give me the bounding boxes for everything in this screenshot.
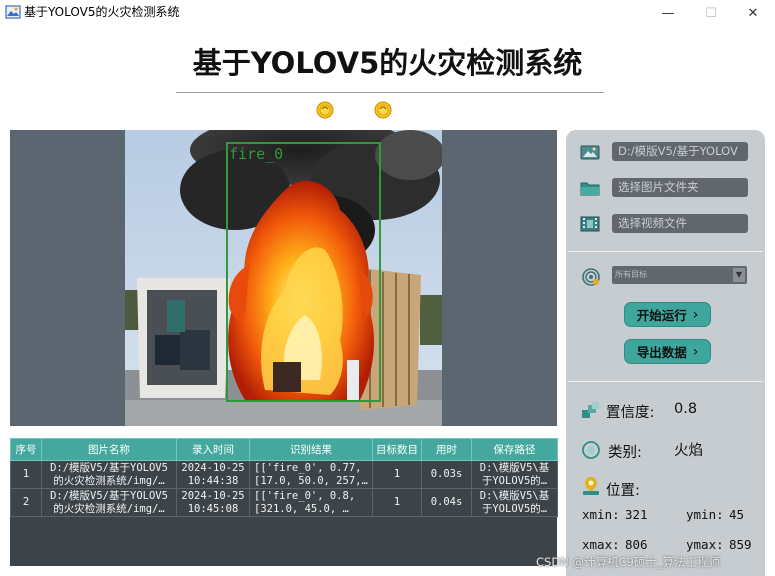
confidence-label: 置信度: (606, 405, 655, 421)
export-data-label: 导出数据 (636, 345, 687, 360)
export-data-button[interactable]: 导出数据 › (624, 339, 711, 364)
cell-text: 的火灾检测系统/img/… (53, 474, 165, 487)
results-table: 序号 图片名称 录入时间 识别结果 目标数目 用时 保存路径 1 D:/模版V5… (10, 438, 558, 517)
cell-result: [['fire_0', 0.8, [321.0, 45.0, … (249, 488, 373, 517)
cell-text: 10:45:08 (187, 502, 239, 515)
csdn-watermark: CSDN @计算机C9硕士_算法工程师 (536, 555, 721, 569)
cell-text: [['fire_0', 0.8, (254, 489, 356, 502)
column-header[interactable]: 保存路径 (471, 438, 558, 461)
cell-text: 的火灾检测系统/img/… (53, 502, 165, 515)
cell-index: 1 (10, 460, 42, 489)
confidence-value: 0.8 (674, 401, 698, 417)
column-header[interactable]: 识别结果 (249, 438, 373, 461)
gold-coin-icon (374, 101, 392, 119)
cell-save-path: D:\模版V5\基 于YOLOV5的… (471, 488, 558, 517)
ymin-value: 45 (729, 507, 745, 522)
ymax-label: ymax: (686, 537, 724, 552)
start-run-label: 开始运行 (636, 308, 687, 323)
column-header[interactable]: 目标数目 (372, 438, 422, 461)
target-icon (582, 268, 600, 286)
cell-image-name: D:/模版V5/基于YOLOV5 的火灾检测系统/img/… (41, 460, 177, 489)
xmax-value: 806 (625, 537, 648, 552)
cell-text: D:/模版V5/基于YOLOV5 (50, 489, 168, 502)
maximize-button[interactable]: ☐ (688, 0, 734, 26)
cell-text: [321.0, 45.0, … (254, 502, 349, 515)
cell-index: 2 (10, 488, 42, 517)
cell-text: 10:44:38 (187, 474, 239, 487)
video-path-row: 选择视频文件 (580, 214, 750, 234)
image-path-row: D:/模版V5/基于YOLOV (580, 142, 750, 162)
results-table-panel[interactable]: 序号 图片名称 录入时间 识别结果 目标数目 用时 保存路径 1 D:/模版V5… (10, 438, 558, 566)
chevron-right-icon: › (692, 343, 699, 360)
target-select-value: 所有目标 (615, 270, 647, 279)
cell-time: 2024-10-25 10:45:08 (176, 488, 250, 517)
ymax-value: 859 (729, 537, 752, 552)
window-title: 基于YOLOV5的火灾检测系统 (24, 5, 180, 19)
page-title: 基于YOLOV5的火灾检测系统 (192, 46, 583, 80)
sidebar-divider (568, 381, 763, 382)
folder-path-row: 选择图片文件夹 (580, 178, 750, 198)
folder-path-field[interactable]: 选择图片文件夹 (612, 178, 748, 197)
cell-save-path: D:\模版V5\基 于YOLOV5的… (471, 460, 558, 489)
cell-count: 1 (372, 460, 422, 489)
class-value: 火焰 (674, 443, 703, 459)
cell-text: [17.0, 50.0, 257,… (254, 474, 368, 487)
cell-text: D:\模版V5\基 (479, 489, 550, 502)
cell-text: D:\模版V5\基 (479, 461, 550, 474)
app-logo-icon (5, 5, 21, 19)
sidebar-divider (568, 251, 763, 252)
cell-image-name: D:/模版V5/基于YOLOV5 的火灾检测系统/img/… (41, 488, 177, 517)
class-icon (582, 441, 600, 459)
minimize-button[interactable]: — (645, 0, 691, 26)
cell-text: 于YOLOV5的… (481, 502, 548, 515)
class-label: 类别: (608, 445, 642, 461)
location-pin-icon (583, 477, 599, 495)
detection-image (125, 130, 442, 426)
cell-text: 2024-10-25 (181, 489, 245, 502)
table-row[interactable]: 1 D:/模版V5/基于YOLOV5 的火灾检测系统/img/… 2024-10-… (10, 460, 558, 489)
xmin-label: xmin: (582, 507, 620, 522)
cell-text: 2024-10-25 (181, 461, 245, 474)
cell-result: [['fire_0', 0.77, [17.0, 50.0, 257,… (249, 460, 373, 489)
cell-count: 1 (372, 488, 422, 517)
cell-text: D:/模版V5/基于YOLOV5 (50, 461, 168, 474)
detection-label: fire_0 (229, 145, 284, 163)
column-header[interactable]: 序号 (10, 438, 42, 461)
folder-icon[interactable] (580, 179, 600, 197)
position-label: 位置: (606, 483, 640, 499)
table-row[interactable]: 2 D:/模版V5/基于YOLOV5 的火灾检测系统/img/… 2024-10-… (10, 488, 558, 517)
title-divider (176, 92, 604, 93)
column-header[interactable]: 图片名称 (41, 438, 177, 461)
table-header-row: 序号 图片名称 录入时间 识别结果 目标数目 用时 保存路径 (10, 438, 558, 461)
image-display-panel: fire_0 (10, 130, 557, 426)
chevron-right-icon: › (692, 306, 699, 323)
start-run-button[interactable]: 开始运行 › (624, 302, 711, 327)
gold-coin-icon (316, 101, 334, 119)
chevron-down-icon[interactable]: ▼ (733, 268, 745, 282)
image-path-field[interactable]: D:/模版V5/基于YOLOV (612, 142, 748, 161)
cell-duration: 0.04s (421, 488, 472, 517)
close-button[interactable]: ✕ (730, 0, 775, 26)
xmax-label: xmax: (582, 537, 620, 552)
column-header[interactable]: 录入时间 (176, 438, 250, 461)
window-title-bar: 基于YOLOV5的火灾检测系统 — ☐ ✕ (0, 0, 775, 26)
cell-text: 于YOLOV5的… (481, 474, 548, 487)
column-header[interactable]: 用时 (421, 438, 472, 461)
ymin-label: ymin: (686, 507, 724, 522)
target-select[interactable]: 所有目标 ▼ (612, 266, 747, 284)
video-path-field[interactable]: 选择视频文件 (612, 214, 748, 233)
cell-text: [['fire_0', 0.77, (254, 461, 362, 474)
video-file-icon[interactable] (580, 215, 600, 233)
cell-time: 2024-10-25 10:44:38 (176, 460, 250, 489)
cell-duration: 0.03s (421, 460, 472, 489)
xmin-value: 321 (625, 507, 648, 522)
image-file-icon[interactable] (580, 143, 600, 161)
confidence-icon (582, 402, 599, 418)
